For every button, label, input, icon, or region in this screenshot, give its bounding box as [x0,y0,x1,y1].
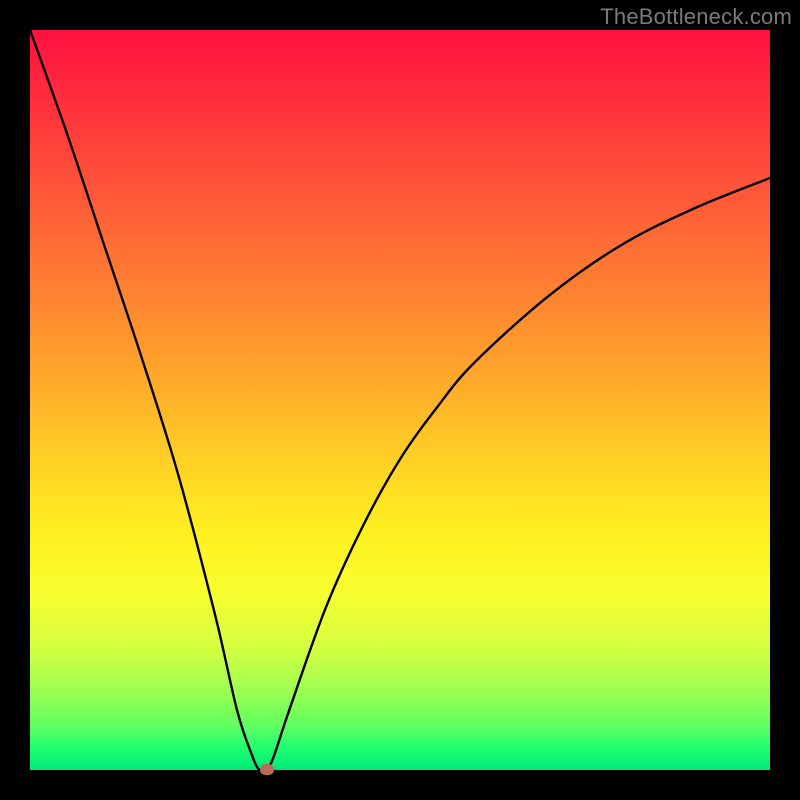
bottleneck-curve-path [30,30,770,770]
minimum-marker [260,764,274,775]
chart-frame: TheBottleneck.com [0,0,800,800]
attribution-text: TheBottleneck.com [600,4,792,30]
chart-curve-svg [30,30,770,770]
